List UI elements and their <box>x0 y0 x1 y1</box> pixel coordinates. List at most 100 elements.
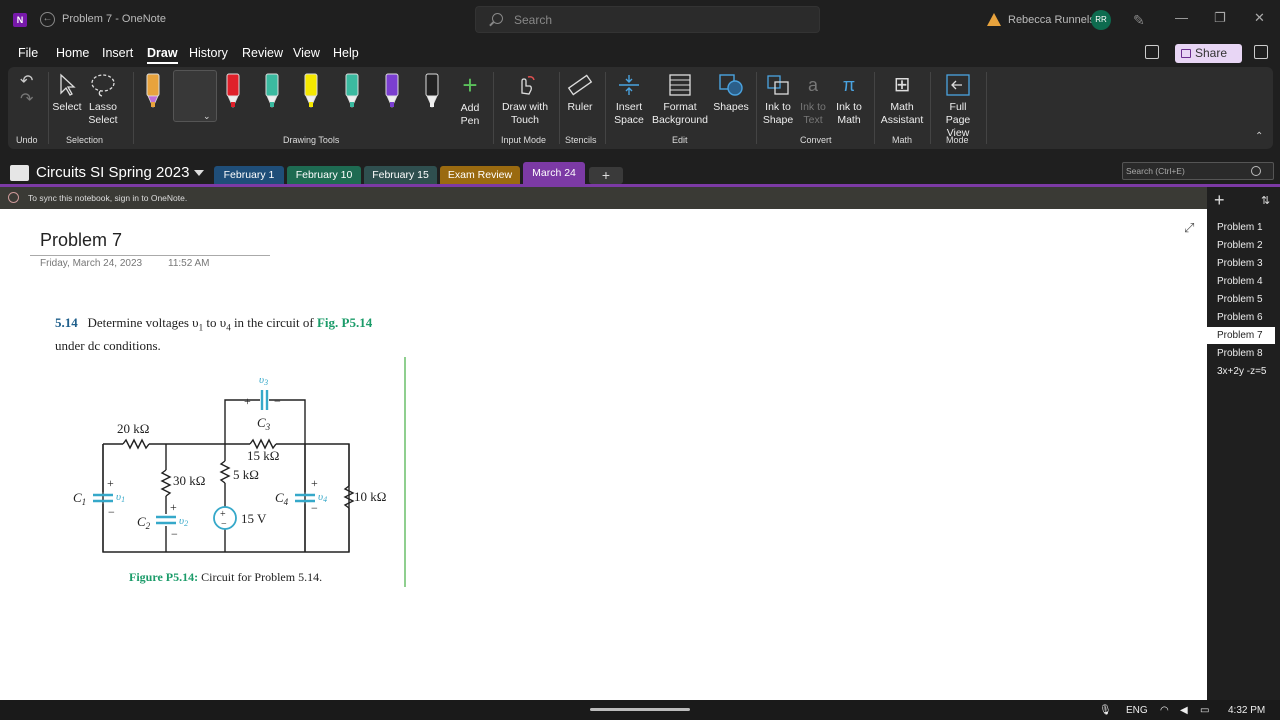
plus-sign: + <box>244 394 251 408</box>
menu-file[interactable]: File <box>18 46 38 60</box>
add-page-icon[interactable]: + <box>1214 190 1225 211</box>
sort-icon[interactable]: ⇅ <box>1261 194 1270 207</box>
taskbar: 🎙 ENG ◠ ◀ ▭ 4:32 PM <box>0 700 1280 720</box>
page-canvas[interactable]: Problem 7 Friday, March 24, 2023 11:52 A… <box>0 209 1207 700</box>
onenote-logo-icon: N <box>13 13 27 27</box>
touch-hand-icon <box>521 76 535 95</box>
circuit-diagram: 20 kΩ 30 kΩ 5 kΩ 15 kΩ 10 kΩ 15 V C1 C2 … <box>73 374 386 553</box>
undo-icon[interactable]: ↶ <box>20 71 33 91</box>
purple-pen-icon[interactable] <box>384 72 400 110</box>
menu-history[interactable]: History <box>189 46 228 60</box>
expand-icon[interactable]: ⤢ <box>1184 220 1194 236</box>
ink-to-shape-label: Ink to Shape <box>762 101 794 126</box>
format-background-label: Format Background <box>651 101 709 126</box>
menu-draw[interactable]: Draw <box>147 46 178 64</box>
sync-message[interactable]: To sync this notebook, sign in to OneNot… <box>28 193 187 203</box>
menu-insert[interactable]: Insert <box>102 46 133 60</box>
language-indicator[interactable]: ENG <box>1126 705 1148 716</box>
menu-home[interactable]: Home <box>56 46 89 60</box>
insert-space-label: Insert Space <box>614 101 644 126</box>
ruler-button[interactable]: Ruler <box>564 73 596 114</box>
redo-icon[interactable]: ↷ <box>20 89 33 109</box>
add-pen-button[interactable]: + Add Pen <box>454 71 486 128</box>
notebook-icon[interactable] <box>10 165 29 181</box>
yellow-highlighter-icon[interactable] <box>303 72 319 110</box>
orange-highlighter-pen-icon[interactable] <box>145 72 161 110</box>
ink-to-shape-button[interactable]: Ink to Shape <box>762 73 794 127</box>
page-list-item[interactable]: Problem 1 <box>1207 219 1275 236</box>
math-assistant-button[interactable]: ⊞ Math Assistant <box>880 73 924 127</box>
volume-icon[interactable]: ◀ <box>1180 705 1188 716</box>
page-list-item[interactable]: Problem 8 <box>1207 345 1275 362</box>
warning-icon[interactable] <box>987 13 1001 26</box>
pen-icon[interactable]: ✎ <box>1133 12 1145 29</box>
tab-february-15[interactable]: February 15 <box>364 166 437 185</box>
selection-group-label: Selection <box>66 135 104 145</box>
insert-space-button[interactable]: Insert Space <box>612 73 646 127</box>
minimize-icon[interactable]: — <box>1175 10 1188 25</box>
search-icon[interactable] <box>1251 166 1261 176</box>
share-button[interactable]: Share <box>1175 44 1242 63</box>
menu-review[interactable]: Review <box>242 46 283 60</box>
clock[interactable]: 4:32 PM <box>1228 705 1265 716</box>
teal-pen-icon[interactable] <box>264 72 280 110</box>
page-list-item[interactable]: Problem 2 <box>1207 237 1275 254</box>
tab-march-24[interactable]: March 24 <box>523 162 585 184</box>
caption-text: Circuit for Problem 5.14. <box>198 570 323 584</box>
notebook-name[interactable]: Circuits SI Spring 2023 <box>36 164 189 181</box>
draw-with-touch-button[interactable]: Draw with Touch <box>498 73 552 127</box>
resistor-10k-label: 10 kΩ <box>354 489 386 504</box>
menu-view[interactable]: View <box>293 46 320 60</box>
expand-ribbon-icon[interactable] <box>1254 45 1268 59</box>
v4-label: υ4 <box>318 491 327 504</box>
close-icon[interactable]: ✕ <box>1254 10 1265 26</box>
battery-icon[interactable]: ▭ <box>1200 705 1209 716</box>
ruler-icon <box>567 74 593 96</box>
page-list-item[interactable]: Problem 3 <box>1207 255 1275 272</box>
tab-february-10[interactable]: February 10 <box>287 166 361 185</box>
wifi-icon[interactable]: ◠ <box>1160 705 1169 716</box>
search-input[interactable]: Search <box>475 6 820 33</box>
shapes-label: Shapes <box>713 101 749 113</box>
ribbon-divider <box>986 72 987 144</box>
ink-to-text-button[interactable]: a Ink to Text <box>798 73 828 127</box>
back-icon[interactable]: ← <box>40 12 55 27</box>
lasso-select-button[interactable]: Lasso Select <box>86 73 120 127</box>
sync-message-bar: To sync this notebook, sign in to OneNot… <box>0 187 1207 209</box>
ink-to-math-button[interactable]: π Ink to Math <box>834 73 864 127</box>
red-pen-icon[interactable] <box>225 72 241 110</box>
tab-february-1[interactable]: February 1 <box>214 166 284 185</box>
page-title[interactable]: Problem 7 <box>40 230 122 251</box>
page-list-item[interactable]: Problem 4 <box>1207 273 1275 290</box>
page-list-item[interactable]: Problem 5 <box>1207 291 1275 308</box>
menu-help[interactable]: Help <box>333 46 359 60</box>
ink-to-text-label: Ink to Text <box>800 101 826 126</box>
drawing-tools-group-label: Drawing Tools <box>283 135 340 145</box>
black-pen-2-icon[interactable] <box>424 72 440 110</box>
lasso-icon <box>91 74 115 97</box>
teal-pen-2-icon[interactable] <box>344 72 360 110</box>
notebook-view-icon[interactable] <box>1145 45 1159 59</box>
full-page-view-button[interactable]: Full Page View <box>936 73 980 140</box>
tab-exam-review[interactable]: Exam Review <box>440 166 520 185</box>
c3-letter: C <box>257 415 266 430</box>
page-list-item[interactable]: Problem 6 <box>1207 309 1275 326</box>
minus-sign: − <box>221 519 227 530</box>
maximize-icon[interactable]: ❐ <box>1214 10 1226 26</box>
notebook-dropdown-icon[interactable] <box>194 170 204 176</box>
collapse-ribbon-icon[interactable]: ⌃ <box>1255 131 1263 142</box>
avatar[interactable]: RR <box>1091 10 1111 30</box>
taskbar-handle[interactable] <box>590 708 690 711</box>
shapes-button[interactable]: Shapes <box>713 73 749 114</box>
page-list-item[interactable]: Problem 7 <box>1207 327 1275 344</box>
page-list-item[interactable]: 3x+2y -z=5 <box>1207 363 1275 380</box>
user-name[interactable]: Rebecca Runnels <box>1008 14 1095 26</box>
figure-border <box>404 357 406 587</box>
pen-dropdown-icon[interactable]: ⌄ <box>203 111 211 122</box>
title-bar: N ← Problem 7 - OneNote Search Rebecca R… <box>0 0 1280 40</box>
select-button[interactable]: Select <box>52 73 82 114</box>
add-section-button[interactable]: + <box>589 167 623 184</box>
format-background-button[interactable]: Format Background <box>648 73 712 127</box>
microphone-icon[interactable]: 🎙 <box>1099 705 1112 716</box>
title-divider <box>30 255 270 256</box>
